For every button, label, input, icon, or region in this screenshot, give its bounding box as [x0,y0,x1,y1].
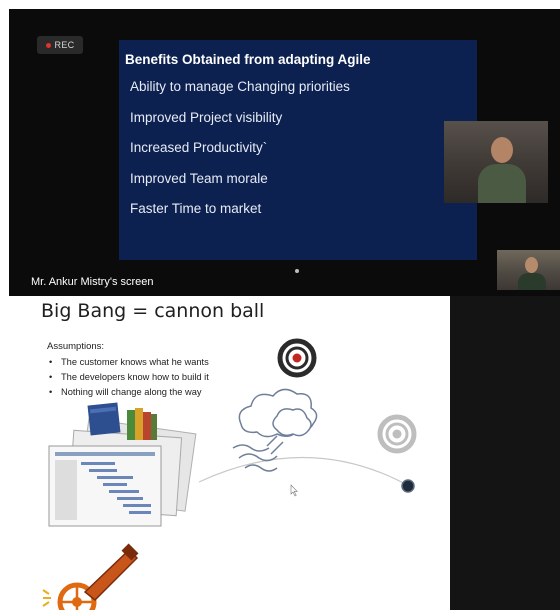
shared-slide: Benefits Obtained from adapting Agile Ab… [119,40,477,260]
recording-label: REC [54,40,75,50]
slide-bullet: Increased Productivity` [130,140,268,155]
participant-video-tile[interactable] [444,121,548,203]
target-icon [277,338,317,378]
pager-dot-icon[interactable] [295,269,299,273]
slide-bullet: Ability to manage Changing priorities [130,79,350,94]
participant-video-tile[interactable] [497,250,560,290]
meeting-window: REC Benefits Obtained from adapting Agil… [0,0,560,610]
slide-bullet: Improved Team morale [130,170,268,186]
record-dot-icon [45,42,51,48]
project-plan-icon [48,418,197,527]
participant-head [525,257,538,273]
participant-body [478,164,526,203]
recording-indicator: REC [37,36,83,54]
cannon-icon [42,543,139,610]
participant-body [518,273,546,290]
screen-share-label: Mr. Ankur Mistry's screen [31,276,154,288]
participants-panel [450,296,560,610]
presentation-slide: Big Bang = cannon ball Assumptions: • The… [9,296,450,610]
participant-head [491,137,513,163]
slide-bullet-list: Ability to manage Changing priorities Im… [130,78,350,231]
second-screen-share: Big Bang = cannon ball Assumptions: • The… [9,296,560,610]
faded-target-icon [377,414,417,454]
slide-bullet: Improved Project visibility [130,109,283,125]
slide-bullet: Faster Time to market [130,201,262,216]
slide-title: Benefits Obtained from adapting Agile [125,52,371,67]
mouse-cursor-icon [290,484,298,497]
cannon-ball-illustration [42,338,417,610]
cannon-ball-icon [401,479,415,493]
trajectory-arc [198,456,410,487]
cloud-wind-icon [232,388,318,472]
